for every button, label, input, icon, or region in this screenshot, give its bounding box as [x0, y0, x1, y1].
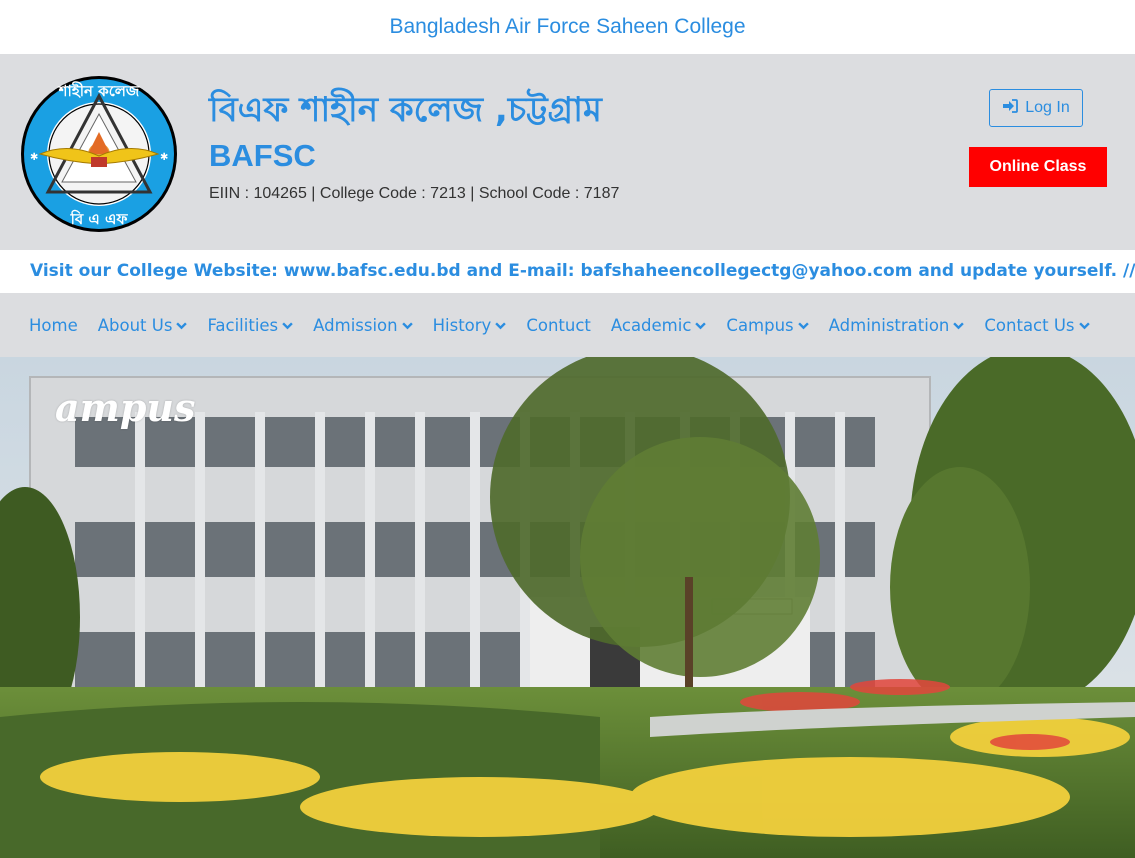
chevron-down-icon	[401, 321, 413, 329]
login-label: Log In	[1025, 99, 1070, 116]
college-title-bangla: বিএফ শাহীন কলেজ ,চট্টগ্রাম	[209, 90, 602, 130]
nav-label: Administration	[828, 315, 950, 335]
nav-label: Home	[29, 315, 78, 335]
online-class-button[interactable]: Online Class	[969, 147, 1107, 187]
nav-label: Campus	[726, 315, 794, 335]
college-logo[interactable]: শাহীন কলেজ বি এ এফ ✱ ✱	[18, 74, 180, 234]
nav-item-contuct[interactable]: Contuct	[526, 316, 591, 335]
nav-item-academic[interactable]: Academic	[611, 316, 707, 335]
site-top-title: Bangladesh Air Force Saheen College	[389, 15, 746, 38]
nav-label: Admission	[313, 315, 398, 335]
nav-item-admission[interactable]: Admission	[313, 315, 413, 335]
nav-label: Academic	[610, 315, 692, 335]
campus-photo	[0, 357, 1135, 858]
logo-ring-top-text: শাহীন কলেজ	[58, 81, 140, 100]
logo-ring-bottom-text: বি এ এফ	[70, 209, 129, 228]
chevron-down-icon	[282, 321, 293, 329]
nav-item-contact-us[interactable]: Contact Us	[984, 315, 1090, 335]
college-title-abbr: BAFSC	[209, 138, 316, 173]
sign-in-icon	[1002, 98, 1019, 118]
nav-item-facilities[interactable]: Facilities	[207, 316, 293, 335]
nav-label: Contact Us	[984, 315, 1075, 335]
top-title-bar: Bangladesh Air Force Saheen College	[0, 0, 1135, 54]
main-nav: Home About Us Facilities Admission Histo…	[0, 293, 1135, 357]
nav-label: Facilities	[207, 315, 279, 335]
chevron-down-icon	[953, 321, 965, 329]
chevron-down-icon	[176, 321, 188, 329]
login-button[interactable]: Log In	[989, 89, 1083, 127]
header: শাহীন কলেজ বি এ এফ ✱ ✱ বিএফ শাহীন কলেজ ,…	[0, 54, 1135, 250]
hero-banner: ampus	[0, 357, 1135, 858]
nav-label: Contuct	[526, 315, 591, 335]
college-codes: EIIN : 104265 | College Code : 7213 | Sc…	[209, 185, 620, 202]
nav-label: History	[432, 315, 492, 335]
svg-text:✱: ✱	[30, 152, 38, 163]
marquee-text: Visit our College Website: www.bafsc.edu…	[30, 260, 1135, 281]
news-marquee: Visit our College Website: www.bafsc.edu…	[0, 250, 1135, 293]
chevron-down-icon	[695, 321, 707, 329]
chevron-down-icon	[1078, 321, 1090, 329]
chevron-down-icon	[797, 321, 809, 329]
nav-item-history[interactable]: History	[433, 316, 507, 335]
nav-item-administration[interactable]: Administration	[829, 316, 965, 335]
nav-item-about-us[interactable]: About Us	[98, 316, 188, 335]
svg-text:✱: ✱	[160, 152, 168, 163]
nav-item-home[interactable]: Home	[29, 316, 78, 335]
nav-label: About Us	[97, 315, 173, 335]
nav-item-campus[interactable]: Campus	[726, 315, 809, 335]
chevron-down-icon	[495, 321, 507, 329]
hero-title: ampus	[55, 385, 196, 430]
